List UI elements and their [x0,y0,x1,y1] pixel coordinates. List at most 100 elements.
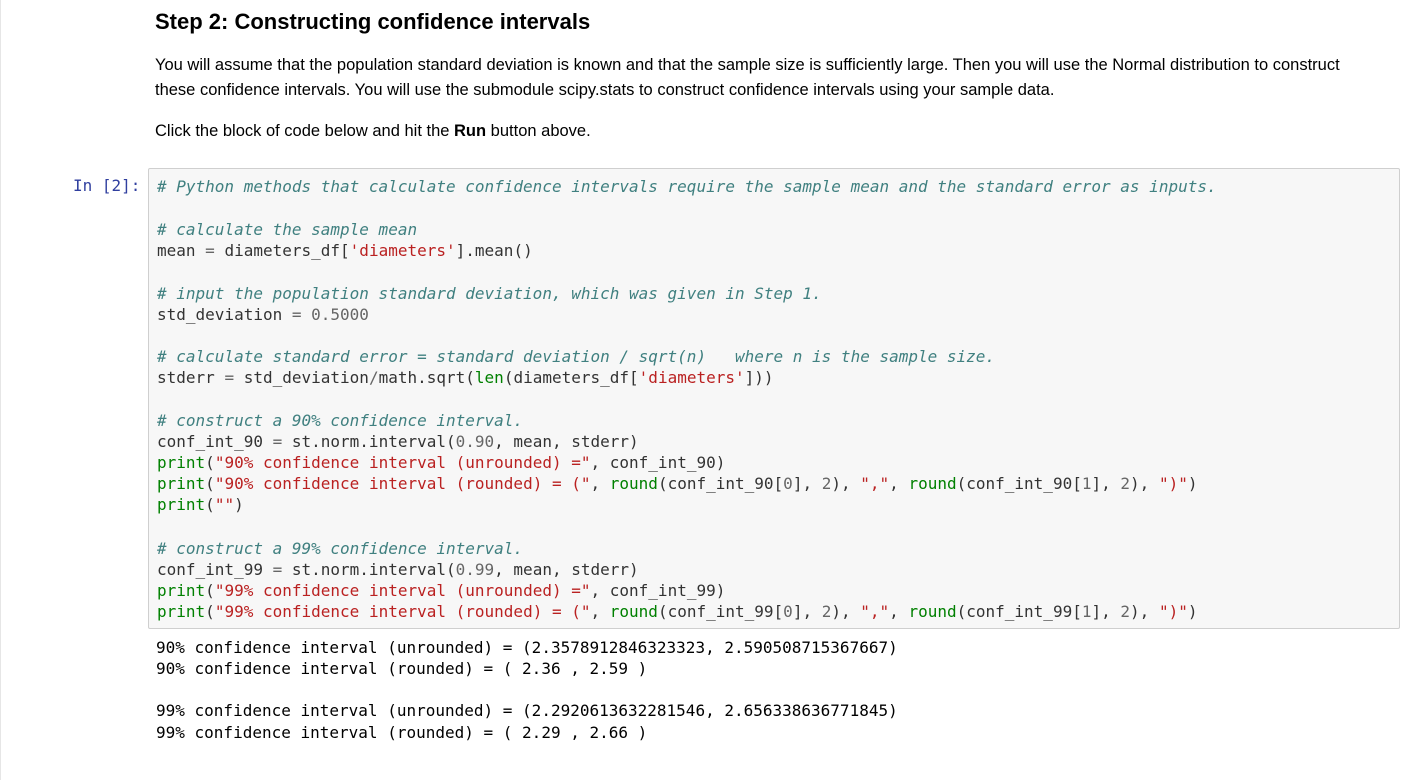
code-comment: # Python methods that calculate confiden… [157,177,1217,196]
code-token: ( [205,495,215,514]
section-heading: Step 2: Constructing confidence interval… [155,9,591,34]
code-token: std_deviation [157,305,292,324]
output-line: 90% confidence interval (unrounded) = (2… [156,638,898,657]
code-builtin: round [908,602,957,621]
code-operator: / [368,368,379,387]
code-token: (conf_int_90[ [657,474,784,493]
output-line: 99% confidence interval (rounded) = ( 2.… [156,723,648,742]
code-token: math.sqrt( [378,368,475,387]
code-token: (conf_int_99[ [657,602,784,621]
code-number: 2 [821,474,832,493]
code-builtin: print [157,474,206,493]
code-token: ], [1091,474,1121,493]
output-line: 90% confidence interval (rounded) = ( 2.… [156,659,648,678]
run-bold-text: Run [454,122,487,140]
instruction-text-before: Click the block of code below and hit th… [155,122,455,140]
code-builtin: print [157,581,206,600]
code-line: print("") [157,494,244,515]
code-string: 'diameters' [349,241,456,260]
code-token: ), [831,474,861,493]
code-line: # input the population standard deviatio… [157,283,822,304]
code-token: ], [792,474,822,493]
code-token: ], [1091,602,1121,621]
code-token: , conf_int_90) [590,453,726,472]
code-token: , [889,602,909,621]
code-operator: = [224,368,235,387]
code-token: ) [234,495,244,514]
code-line: conf_int_90 = st.norm.interval(0.90, mea… [157,431,639,452]
code-number: 2 [1120,474,1131,493]
code-token: ) [1187,474,1198,493]
intro-paragraph: You will assume that the population stan… [155,56,1340,99]
code-token: ].mean() [455,241,533,260]
code-operator: = [291,305,302,324]
code-operator: = [205,241,215,260]
code-line: print("90% confidence interval (unrounde… [157,452,725,473]
code-line: print("99% confidence interval (rounded)… [157,601,1197,622]
code-line: print("99% confidence interval (unrounde… [157,580,725,601]
code-token: diameters_df[ [214,241,350,260]
code-token: conf_int_90 [157,432,273,451]
code-token: , [889,474,909,493]
code-token: , [590,474,610,493]
code-token: ], [792,602,822,621]
code-number: 0 [783,602,793,621]
code-line: stderr = std_deviation/math.sqrt(len(dia… [157,367,774,388]
code-number: 0 [783,474,793,493]
code-comment: # input the population standard deviatio… [157,284,822,303]
code-operator: = [272,560,283,579]
code-token: ), [1130,602,1159,621]
code-number: 0.99 [455,560,495,579]
code-comment: # construct a 99% confidence interval. [157,539,524,558]
code-line: # construct a 99% confidence interval. [157,538,523,559]
code-token: conf_int_99 [157,560,273,579]
code-number: 2 [821,602,832,621]
code-token: ( [205,602,215,621]
code-token: ( [205,581,215,600]
code-token: (diameters_df[ [503,368,639,387]
code-token: mean [157,241,206,260]
code-string: "" [214,495,235,514]
code-string: "99% confidence interval (rounded) = (" [214,602,591,621]
code-comment: # construct a 90% confidence interval. [157,411,524,430]
code-token: , conf_int_99) [590,581,726,600]
code-string: "90% confidence interval (rounded) = (" [214,474,591,493]
code-string: 'diameters' [638,368,745,387]
code-string: "," [860,602,890,621]
code-string: ")" [1158,602,1188,621]
code-line: conf_int_99 = st.norm.interval(0.99, mea… [157,559,639,580]
code-string: "," [860,474,890,493]
code-token: ( [205,453,215,472]
code-string: "90% confidence interval (unrounded) =" [214,453,591,472]
code-token: std_deviation [234,368,369,387]
code-token: ), [1130,474,1159,493]
code-token: , mean, stderr) [494,560,639,579]
code-comment: # calculate the sample mean [157,220,418,239]
code-line: # calculate standard error = standard de… [157,346,995,367]
code-cell-editor[interactable]: # Python methods that calculate confiden… [148,168,1400,629]
code-builtin: round [609,474,658,493]
code-string: ")" [1158,474,1188,493]
code-token: ), [831,602,861,621]
code-token: st.norm.interval( [282,432,456,451]
input-prompt: In [2]: [73,176,141,195]
code-comment: # calculate standard error = standard de… [157,347,996,366]
code-builtin: print [157,602,206,621]
code-builtin: print [157,453,206,472]
code-number: 0.5000 [311,305,369,324]
notebook-left-edge [0,0,1,780]
code-line: print("90% confidence interval (rounded)… [157,473,1197,494]
instruction-paragraph: Click the block of code below and hit th… [155,120,591,142]
code-number: 0.90 [455,432,495,451]
code-line: std_deviation = 0.5000 [157,304,369,325]
code-number: 2 [1120,602,1131,621]
code-operator: = [272,432,283,451]
code-token: , [590,602,610,621]
code-string: "99% confidence interval (unrounded) =" [214,581,591,600]
code-line: # construct a 90% confidence interval. [157,410,523,431]
instruction-text-after: button above. [486,122,591,140]
code-token: , mean, stderr) [494,432,639,451]
code-builtin: len [474,368,504,387]
code-builtin: round [908,474,957,493]
